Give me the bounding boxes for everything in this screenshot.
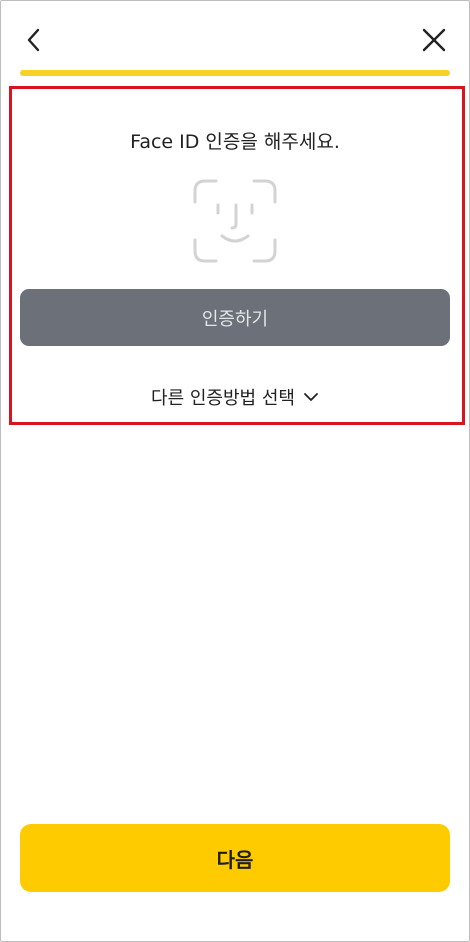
face-id-prompt: Face ID 인증을 해주세요.: [130, 131, 340, 153]
chevron-down-icon: [304, 393, 318, 401]
other-auth-method-select[interactable]: 다른 인증방법 선택: [0, 384, 470, 410]
progress-bar: [20, 70, 450, 76]
authenticate-button[interactable]: 인증하기: [20, 289, 450, 346]
close-button[interactable]: [416, 22, 452, 58]
close-icon: [422, 28, 446, 52]
face-id-icon: [193, 179, 277, 263]
progress-fill: [20, 70, 450, 76]
other-auth-method-label: 다른 인증방법 선택: [151, 388, 295, 409]
back-button[interactable]: [16, 22, 52, 58]
chevron-left-icon: [27, 28, 40, 52]
next-button[interactable]: 다음: [20, 824, 450, 892]
